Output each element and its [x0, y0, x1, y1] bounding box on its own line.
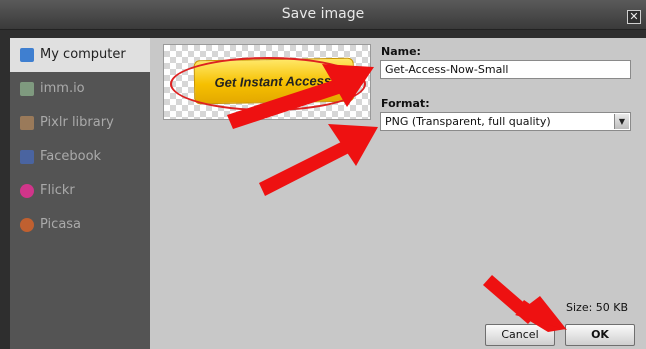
sidebar-item-facebook[interactable]: Facebook	[10, 140, 150, 174]
sidebar-item-picasa[interactable]: Picasa	[10, 208, 150, 242]
cancel-button[interactable]: Cancel	[485, 324, 555, 346]
sidebar-item-label: My computer	[40, 47, 126, 62]
close-button[interactable]: ✕	[627, 10, 641, 24]
format-select[interactable]: PNG (Transparent, full quality) ▼	[380, 112, 631, 131]
ok-button[interactable]: OK	[565, 324, 635, 346]
sidebar-item-pixlr-library[interactable]: Pixlr library	[10, 106, 150, 140]
file-size-label: Size: 50 KB	[566, 301, 629, 314]
save-image-dialog: Save image ✕ My computer imm.io Pixlr li…	[0, 0, 646, 349]
sidebar-item-label: Facebook	[40, 149, 102, 164]
preview-highlight-circle	[170, 57, 366, 111]
sidebar-item-imm-io[interactable]: imm.io	[10, 72, 150, 106]
format-selected-value: PNG (Transparent, full quality)	[385, 115, 551, 128]
sidebar-item-my-computer[interactable]: My computer	[10, 38, 150, 72]
dialog-title: Save image	[281, 6, 365, 22]
sidebar-item-flickr[interactable]: Flickr	[10, 174, 150, 208]
image-icon	[20, 82, 34, 96]
library-icon	[20, 116, 34, 130]
save-destination-sidebar: My computer imm.io Pixlr library Faceboo…	[10, 38, 150, 349]
picasa-icon	[20, 218, 34, 232]
sidebar-item-label: imm.io	[40, 81, 85, 96]
format-label: Format:	[381, 97, 430, 110]
name-field[interactable]: Get-Access-Now-Small	[380, 60, 631, 79]
chevron-down-icon[interactable]: ▼	[614, 114, 629, 129]
name-label: Name:	[381, 45, 421, 58]
facebook-icon	[20, 150, 34, 164]
flickr-icon	[20, 184, 34, 198]
sidebar-item-label: Picasa	[40, 217, 82, 232]
sidebar-item-label: Flickr	[40, 183, 75, 198]
title-bar: Save image ✕	[0, 0, 646, 30]
image-preview: Get Instant Access!	[163, 44, 371, 120]
sidebar-item-label: Pixlr library	[40, 115, 114, 130]
save-options-panel: Get Instant Access! Name: Get-Access-Now…	[150, 38, 646, 349]
monitor-icon	[20, 48, 34, 62]
